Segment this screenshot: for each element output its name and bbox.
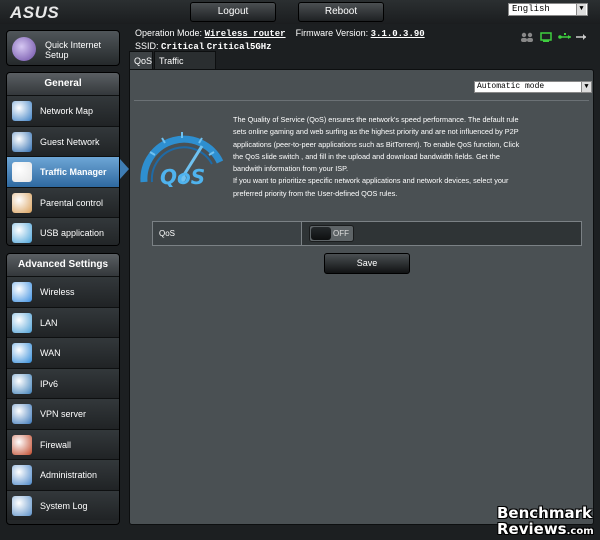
quick-setup-line2: Setup [45, 50, 69, 60]
clients-icon[interactable] [520, 32, 534, 42]
sidebar-item-label: LAN [40, 317, 58, 328]
sidebar-item-ipv6[interactable]: IPv6 [7, 367, 119, 398]
quick-setup-label: Quick Internet Setup [45, 40, 101, 60]
reboot-button[interactable]: Reboot [298, 2, 384, 22]
qos-row: QoS OFF [152, 221, 582, 246]
sidebar-item-system-log[interactable]: System Log [7, 489, 119, 520]
quick-setup-line1: Quick Internet [45, 40, 102, 50]
toggle-state: OFF [333, 229, 349, 238]
sidebar-item-label: Firewall [40, 439, 72, 450]
watermark-line2: Reviews [497, 520, 567, 538]
sidebar-item-label: Parental control [40, 197, 104, 208]
usb-application-icon [12, 223, 32, 243]
sidebar-item-lan[interactable]: LAN [7, 306, 119, 337]
sidebar-item-wan[interactable]: WAN [7, 337, 119, 368]
operation-mode-link[interactable]: Wireless router [205, 29, 286, 39]
firmware-label: Firmware Version: [295, 28, 369, 38]
sidebar-item-firewall[interactable]: Firewall [7, 428, 119, 459]
top-bar: ASUS Logout Reboot English ▼ [0, 0, 600, 24]
sidebar-item-label: Network Map [40, 106, 94, 116]
network-map-icon [12, 101, 32, 121]
language-select[interactable]: English ▼ [508, 3, 588, 16]
watermark-line1: Benchmark [497, 504, 592, 522]
watermark-suffix: .com [566, 526, 594, 537]
ipv6-icon [12, 373, 32, 394]
sidebar-item-vpn-server[interactable]: VPN server [7, 398, 119, 429]
sidebar-item-guest-network[interactable]: Guest Network [7, 125, 119, 156]
wand-icon [12, 37, 36, 61]
sidebar-item-label: Guest Network [40, 136, 100, 147]
sidebar-item-usb-application[interactable]: USB application [7, 217, 119, 245]
qos-description: The Quality of Service (QoS) ensures the… [233, 114, 595, 200]
traffic-manager-icon [12, 162, 32, 182]
sidebar-item-label: VPN server [40, 409, 87, 419]
sidebar-item-administration[interactable]: Administration [7, 459, 119, 490]
vpn-server-icon [12, 404, 32, 424]
divider [134, 100, 589, 101]
save-button[interactable]: Save [324, 253, 410, 274]
operation-mode-label: Operation Mode: [135, 28, 203, 38]
description-line: If you want to prioritize specific netwo… [233, 176, 509, 186]
description-line: The Quality of Service (QoS) ensures the… [233, 115, 519, 124]
external-link-icon[interactable] [575, 32, 587, 42]
tab-qos[interactable]: QoS [129, 51, 153, 69]
parental-control-icon [12, 192, 32, 213]
status-header: Operation Mode: Wireless router Firmware… [135, 27, 425, 53]
sidebar-item-label: WAN [40, 348, 61, 358]
sidebar-item-wireless[interactable]: Wireless [7, 276, 119, 307]
nav-general-title: General [7, 73, 119, 95]
description-line: the QoS slide switch , and fill in the u… [233, 151, 500, 161]
qos-gauge-icon: QoS [140, 132, 224, 189]
sidebar-item-label: Wireless [40, 287, 75, 297]
language-value: English [512, 4, 550, 14]
sidebar-item-label: Administration [40, 470, 98, 480]
description-line: preferred priority from the User-defined… [233, 188, 398, 198]
sidebar-item-label: System Log [40, 500, 88, 511]
description-line: sets online gaming and web surfing as th… [233, 127, 519, 137]
description-line: applications (peer-to-peer applications … [233, 139, 520, 149]
firmware-link[interactable]: 3.1.0.3.90 [371, 29, 425, 39]
nav-general: General Network Map Guest Network Traffic … [6, 72, 120, 246]
wireless-icon [12, 282, 32, 302]
qos-mode-value: Automatic mode [477, 82, 545, 91]
qos-mode-select[interactable]: Automatic mode ▼ [474, 81, 592, 93]
tab-traffic-monitor[interactable]: Traffic Monitor [154, 51, 216, 84]
usb-status-icon[interactable] [558, 32, 572, 42]
active-nav-arrow [120, 159, 129, 179]
chevron-down-icon: ▼ [581, 82, 591, 92]
qos-label: QoS [153, 222, 302, 245]
toggle-knob [311, 227, 331, 240]
nav-advanced: Advanced Settings Wireless LAN WAN IPv6 VPN … [6, 253, 120, 525]
benchmark-reviews-watermark: Benchmark Reviews.com [497, 505, 594, 540]
description-line: bandwith information from your ISP. [233, 164, 349, 174]
asus-logo: ASUS [10, 3, 60, 22]
qos-panel: Automatic mode ▼ QoS The Quality of Serv… [129, 69, 594, 525]
sidebar-item-parental-control[interactable]: Parental control [7, 186, 119, 217]
firewall-icon [12, 434, 32, 455]
administration-icon [12, 465, 32, 485]
quick-internet-setup-button[interactable]: Quick Internet Setup [6, 30, 120, 66]
ssid-value-2: Critical5GHz [206, 42, 272, 52]
qos-logo-text: QoS [160, 165, 205, 189]
wan-icon [12, 343, 32, 363]
sidebar-item-label: IPv6 [40, 378, 59, 389]
sidebar-item-network-map[interactable]: Network Map [7, 95, 119, 126]
chevron-down-icon: ▼ [576, 4, 586, 15]
sidebar-item-traffic-manager[interactable]: Traffic Manager [7, 156, 119, 187]
guest-network-icon [12, 131, 32, 152]
lan-icon [12, 312, 32, 333]
system-log-icon [12, 495, 32, 516]
qos-toggle-switch[interactable]: OFF [309, 225, 354, 242]
sidebar-item-label: Traffic Manager [40, 167, 107, 177]
ssid-label: SSID: [135, 41, 159, 51]
nav-advanced-title: Advanced Settings [7, 254, 119, 276]
internet-status-icon[interactable] [540, 32, 552, 43]
sidebar-item-label: USB application [40, 228, 105, 238]
logout-button[interactable]: Logout [190, 2, 276, 22]
